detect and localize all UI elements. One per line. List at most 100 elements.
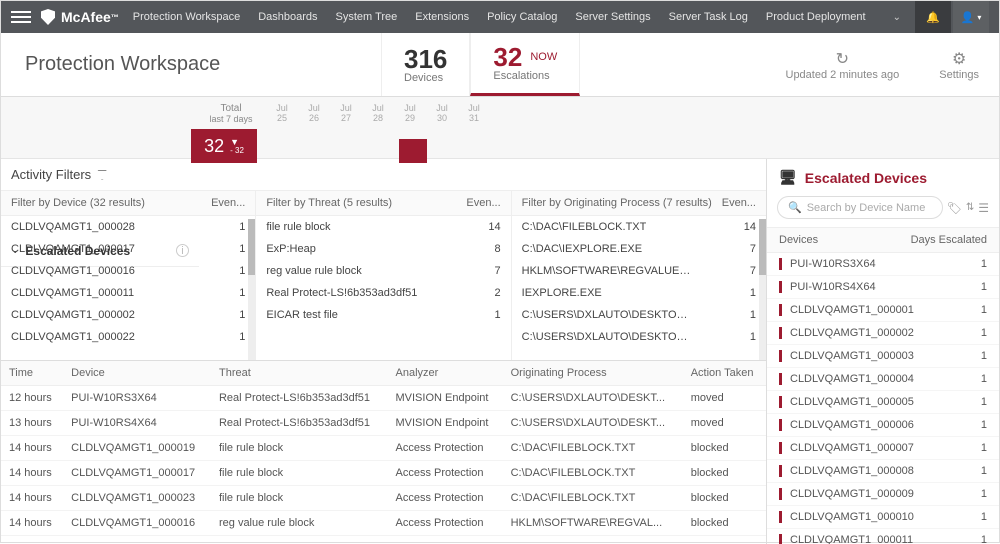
device-row[interactable]: CLDLVQAMGT1_0000061 <box>767 414 999 437</box>
bell-icon: 🔔 <box>926 11 940 24</box>
filter-col-process: Filter by Originating Process (7 results… <box>512 191 766 360</box>
timeline-day[interactable]: Jul29 <box>399 103 421 123</box>
timeline-days: Jul25 Jul26 Jul27 Jul28 Jul29 Jul30 Jul31 <box>271 103 485 123</box>
top-nav: McAfee™ Protection Workspace Dashboards Sy… <box>1 1 999 33</box>
brand-text: McAfee <box>61 9 111 25</box>
column-header[interactable]: Time <box>1 361 63 386</box>
column-header[interactable]: Device <box>63 361 211 386</box>
filter-row[interactable]: CLDLVQAMGT1_0000221 <box>1 326 255 348</box>
nav-item[interactable]: System Tree <box>336 11 398 23</box>
filter-row[interactable]: IEXPLORE.EXE1 <box>512 282 766 304</box>
column-header[interactable]: Analyzer <box>388 361 503 386</box>
device-row[interactable]: CLDLVQAMGT1_0000041 <box>767 368 999 391</box>
activity-filters-header: Activity Filters <box>1 159 766 191</box>
filter-icon[interactable] <box>97 170 107 180</box>
filter-row[interactable]: HKLM\SOFTWARE\REGVALUEBLOCK\7 <box>512 260 766 282</box>
tag-icon[interactable]: 🏷 <box>947 201 962 215</box>
status-bar <box>779 396 782 408</box>
table-row[interactable]: 13 hoursPUI-W10RS4X64Real Protect-LS!6b3… <box>1 411 766 436</box>
brand-logo[interactable]: McAfee™ <box>41 9 119 25</box>
status-bar <box>779 465 782 477</box>
timeline-day[interactable]: Jul30 <box>431 103 453 123</box>
timeline-total-box[interactable]: 32 ▼- 32 <box>191 129 257 163</box>
device-row[interactable]: CLDLVQAMGT1_0000031 <box>767 345 999 368</box>
device-search-input[interactable]: 🔍 Search by Device Name <box>777 196 943 219</box>
nav-item[interactable]: Server Task Log <box>669 11 748 23</box>
nav-item[interactable]: Extensions <box>415 11 469 23</box>
timeline-day[interactable]: Jul26 <box>303 103 325 123</box>
nav-item[interactable]: Dashboards <box>258 11 317 23</box>
filter-row[interactable]: reg value rule block7 <box>256 260 510 282</box>
filter-row[interactable]: file rule block14 <box>256 216 510 238</box>
device-row[interactable]: PUI-W10RS4X641 <box>767 276 999 299</box>
user-menu-button[interactable]: 👤▾ <box>953 1 989 33</box>
metric-devices[interactable]: 316 Devices <box>381 33 470 96</box>
last-updated[interactable]: ↻ Updated 2 minutes ago <box>766 49 920 81</box>
device-row[interactable]: PUI-W10RS3X641 <box>767 253 999 276</box>
timeline-total: Total last 7 days <box>201 103 261 124</box>
status-bar <box>779 488 782 500</box>
nav-item[interactable]: Product Deployment <box>766 11 866 23</box>
filter-row[interactable]: C:\USERS\DXLAUTO\DESKTOP\REALPROTECT\RE.… <box>512 326 766 348</box>
timeline-day[interactable]: Jul28 <box>367 103 389 123</box>
scrollbar[interactable] <box>248 219 255 360</box>
table-row[interactable]: 14 hoursCLDLVQAMGT1_000019file rule bloc… <box>1 436 766 461</box>
filter-row[interactable]: C:\DAC\IEXPLORE.EXE7 <box>512 238 766 260</box>
status-bar <box>779 304 782 316</box>
list-icon[interactable]: ☰ <box>978 201 989 215</box>
metric-escalations[interactable]: 32NOW Escalations <box>470 33 580 96</box>
status-bar <box>779 258 782 270</box>
device-row[interactable]: CLDLVQAMGT1_0000091 <box>767 483 999 506</box>
settings-button[interactable]: ⚙ Settings <box>919 49 999 81</box>
page-header: Protection Workspace 316 Devices 32NOW E… <box>1 33 999 97</box>
filter-row[interactable]: CLDLVQAMGT1_0000281 <box>1 216 255 238</box>
column-header[interactable]: Originating Process <box>503 361 683 386</box>
right-pane: 🖥 Escalated Devices 🔍 Search by Device N… <box>767 159 999 544</box>
timeline-day[interactable]: Jul25 <box>271 103 293 123</box>
filter-row[interactable]: CLDLVQAMGT1_0000021 <box>1 304 255 326</box>
nav-item[interactable]: Server Settings <box>575 11 650 23</box>
status-bar <box>779 419 782 431</box>
device-row[interactable]: CLDLVQAMGT1_0000101 <box>767 506 999 529</box>
events-table: TimeDeviceThreatAnalyzerOriginating Proc… <box>1 361 766 544</box>
status-bar <box>779 511 782 523</box>
filter-row[interactable]: Real Protect-LS!6b353ad3df512 <box>256 282 510 304</box>
filter-row[interactable]: CLDLVQAMGT1_0000111 <box>1 282 255 304</box>
column-header[interactable]: Action Taken <box>683 361 766 386</box>
refresh-icon: ↻ <box>836 49 849 69</box>
sort-icon[interactable]: ⇅ <box>966 202 974 213</box>
status-bar <box>779 350 782 362</box>
hamburger-icon[interactable] <box>11 11 31 23</box>
device-row[interactable]: CLDLVQAMGT1_0000081 <box>767 460 999 483</box>
filter-row[interactable]: CLDLVQAMGT1_0000161 <box>1 260 255 282</box>
device-row[interactable]: CLDLVQAMGT1_0000111 <box>767 529 999 544</box>
filter-row[interactable]: EICAR test file1 <box>256 304 510 326</box>
table-row[interactable]: 14 hoursCLDLVQAMGT1_000017file rule bloc… <box>1 461 766 486</box>
filter-row[interactable]: CLDLVQAMGT1_0000171 <box>1 238 255 260</box>
status-bar <box>779 442 782 454</box>
column-header[interactable]: Threat <box>211 361 388 386</box>
filter-row[interactable]: C:\DAC\FILEBLOCK.TXT14 <box>512 216 766 238</box>
timeline-day[interactable]: Jul31 <box>463 103 485 123</box>
page-title: Protection Workspace <box>1 53 381 76</box>
table-row[interactable]: 12 hoursPUI-W10RS3X64Real Protect-LS!6b3… <box>1 386 766 411</box>
timeline-bar[interactable] <box>399 139 427 163</box>
scrollbar[interactable] <box>759 219 766 360</box>
device-row[interactable]: CLDLVQAMGT1_0000051 <box>767 391 999 414</box>
device-row[interactable]: CLDLVQAMGT1_0000071 <box>767 437 999 460</box>
nav-item[interactable]: Policy Catalog <box>487 11 557 23</box>
filter-row[interactable]: ExP:Heap8 <box>256 238 510 260</box>
notifications-button[interactable]: 🔔 <box>915 1 951 33</box>
filter-row[interactable]: C:\USERS\DXLAUTO\DESKTOP\REAL_PROTECT_S.… <box>512 304 766 326</box>
device-row[interactable]: CLDLVQAMGT1_0000011 <box>767 299 999 322</box>
table-row[interactable]: 14 hoursCLDLVQAMGT1_000023file rule bloc… <box>1 486 766 511</box>
right-panel-header: 🖥 Escalated Devices <box>767 159 999 196</box>
timeline-day[interactable]: Jul27 <box>335 103 357 123</box>
user-icon: 👤 <box>961 11 975 24</box>
status-bar <box>779 281 782 293</box>
status-bar <box>779 327 782 339</box>
table-row[interactable]: 14 hoursCLDLVQAMGT1_000016reg value rule… <box>1 511 766 536</box>
nav-item[interactable]: Protection Workspace <box>133 11 240 23</box>
chevron-down-icon[interactable]: ⌄ <box>881 12 913 23</box>
device-row[interactable]: CLDLVQAMGT1_0000021 <box>767 322 999 345</box>
